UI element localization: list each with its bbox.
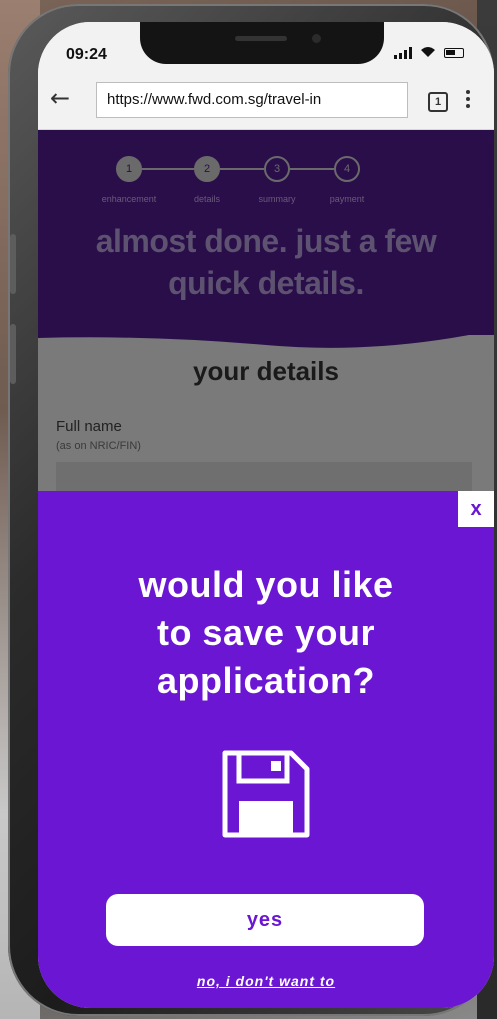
speaker <box>235 36 287 41</box>
yes-button[interactable]: yes <box>106 894 424 946</box>
hero-title: almost done. just a few quick details. <box>38 220 494 304</box>
step-1-circle: 1 <box>116 156 142 182</box>
modal-title-line2: to save your <box>156 612 376 653</box>
url-fade <box>347 83 407 117</box>
no-thanks-link[interactable]: no, i don't want to <box>38 973 494 989</box>
modal-title: would you like to save your application? <box>68 561 464 705</box>
url-text: https://www.fwd.com.sg/travel-in <box>107 91 322 108</box>
step-4-circle: 4 <box>334 156 360 182</box>
signal-icon <box>394 47 412 59</box>
volume-down-button <box>10 324 16 384</box>
details-section-title: your details <box>193 356 339 386</box>
step-4-label: payment <box>329 194 365 204</box>
modal-title-line1: would you like <box>138 564 394 605</box>
modal-title-line3: application? <box>156 660 375 701</box>
step-connector <box>220 168 264 170</box>
menu-dots-icon[interactable] <box>466 90 472 108</box>
tabs-button[interactable]: 1 <box>428 92 448 112</box>
close-button[interactable]: x <box>458 491 494 527</box>
battery-icon <box>444 48 464 58</box>
step-connector <box>142 168 194 170</box>
wifi-icon <box>420 46 436 60</box>
step-1-label: enhancement <box>101 194 157 204</box>
status-time: 09:24 <box>66 46 107 63</box>
volume-up-button <box>10 234 16 294</box>
hero-wave <box>38 300 494 348</box>
hero-title-line1: almost done. just a few <box>95 223 437 259</box>
full-name-hint: (as on NRIC/FIN) <box>56 440 141 452</box>
web-page: 1 2 3 4 enhancement details summary paym… <box>38 130 494 1008</box>
phone-frame: 09:24 ← https://www.fwd.com.sg/travel-in… <box>8 4 494 1016</box>
notch <box>140 22 384 64</box>
phone-screen: 09:24 ← https://www.fwd.com.sg/travel-in… <box>38 22 494 1008</box>
full-name-label: Full name <box>56 418 122 435</box>
back-arrow-icon[interactable]: ← <box>50 84 70 112</box>
progress-steps: 1 2 3 4 enhancement details summary paym… <box>102 156 416 216</box>
step-connector <box>290 168 334 170</box>
floppy-disk-icon <box>222 750 310 838</box>
hero-title-line2: quick details. <box>168 265 364 301</box>
browser-toolbar: ← https://www.fwd.com.sg/travel-in 1 <box>38 68 494 130</box>
step-2-circle: 2 <box>194 156 220 182</box>
step-3-circle: 3 <box>264 156 290 182</box>
status-icons <box>394 46 464 60</box>
save-application-modal: x would you like to save your applicatio… <box>38 491 494 1008</box>
camera-icon <box>312 34 321 43</box>
address-bar[interactable]: https://www.fwd.com.sg/travel-in <box>96 82 408 118</box>
